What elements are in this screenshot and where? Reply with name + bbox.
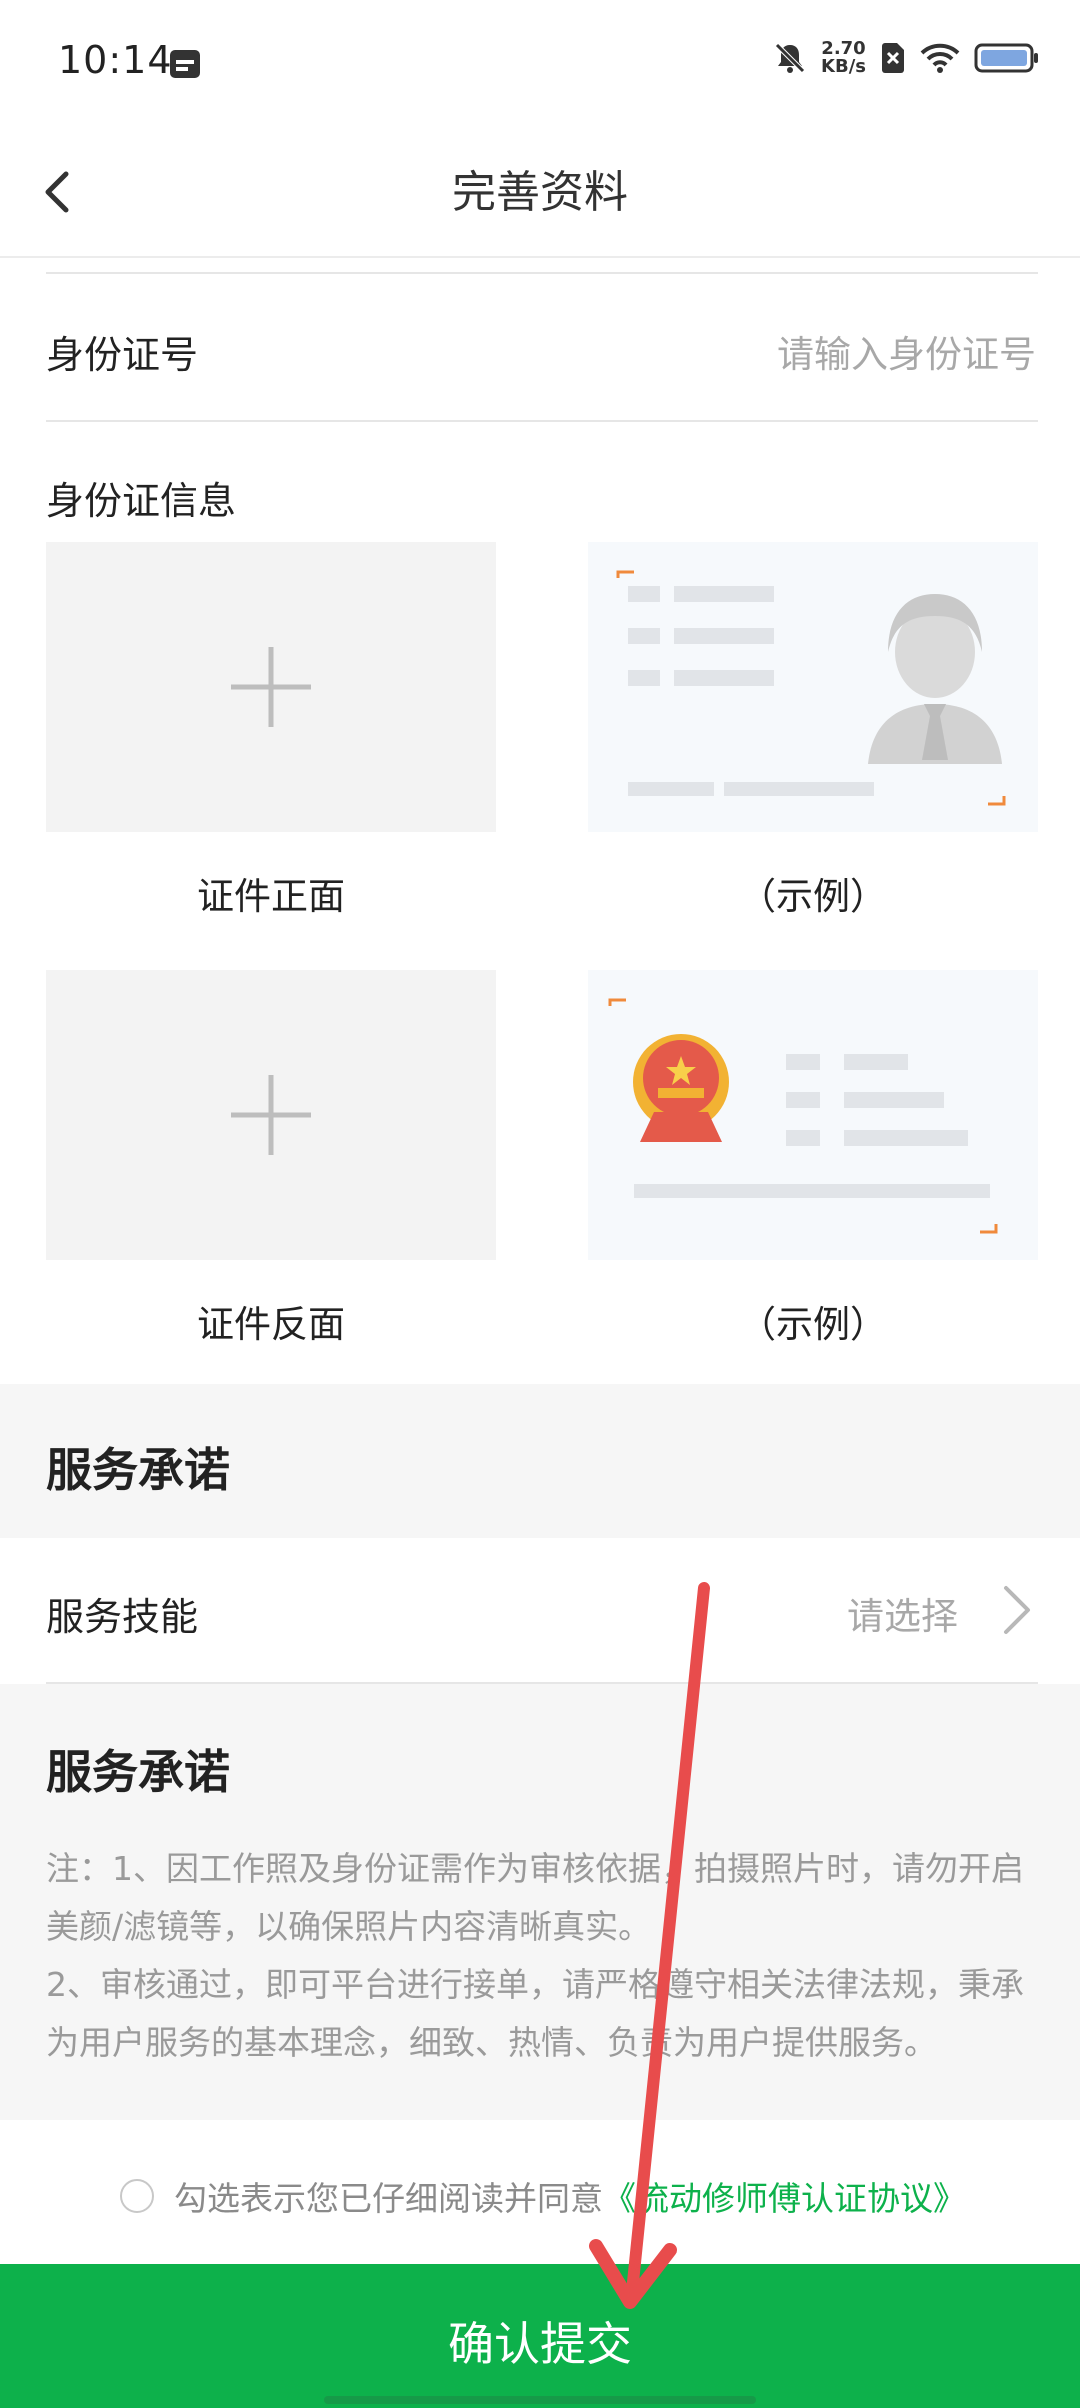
agreement-checkbox[interactable] bbox=[120, 2179, 154, 2213]
agreement-row: 勾选表示您已仔细阅读并同意 《流动修师傅认证协议》 bbox=[120, 2172, 966, 2220]
id-front-example-caption: （示例） bbox=[739, 875, 887, 918]
page-title: 完善资料 bbox=[452, 167, 628, 218]
status-bar: 10:14 2.70 KB/s bbox=[0, 0, 1080, 126]
no-sim-icon bbox=[882, 43, 904, 73]
section-title: 服务承诺 bbox=[46, 1443, 230, 1497]
calendar-icon bbox=[170, 50, 200, 78]
agreement-text: 勾选表示您已仔细阅读并同意 bbox=[174, 2179, 603, 2218]
id-number-row[interactable]: 身份证号 请输入身份证号 bbox=[0, 274, 1080, 420]
id-front-caption: 证件正面 bbox=[197, 875, 345, 918]
id-front-example-image bbox=[588, 542, 1038, 832]
mute-icon bbox=[775, 43, 805, 73]
commitment-title: 服务承诺 bbox=[46, 1745, 230, 1799]
submit-button-label: 确认提交 bbox=[448, 2317, 632, 2371]
network-speed: 2.70 KB/s bbox=[821, 40, 866, 76]
id-card-portrait-illustration bbox=[616, 570, 1006, 806]
home-indicator bbox=[324, 2396, 756, 2404]
agreement-link[interactable]: 《流动修师傅认证协议》 bbox=[603, 2172, 966, 2220]
id-number-input[interactable]: 请输入身份证号 bbox=[777, 324, 1036, 378]
service-commitment-section-header: 服务承诺 bbox=[0, 1384, 1080, 1538]
commitment-note-1: 注：1、因工作照及身份证需作为审核依据，拍摄照片时，请勿开启美颜/滤镜等，以确保… bbox=[46, 1849, 1024, 1946]
service-skill-label: 服务技能 bbox=[46, 1595, 199, 1639]
commitment-note-section: 服务承诺 注：1、因工作照及身份证需作为审核依据，拍摄照片时，请勿开启美颜/滤镜… bbox=[0, 1684, 1080, 2120]
id-front-upload[interactable] bbox=[46, 542, 496, 832]
submit-button[interactable]: 确认提交 bbox=[0, 2264, 1080, 2408]
id-number-label: 身份证号 bbox=[46, 333, 199, 377]
id-back-example-caption: （示例） bbox=[739, 1303, 887, 1346]
app-header: 完善资料 bbox=[0, 126, 1080, 258]
divider bbox=[46, 420, 1038, 422]
id-back-example-image bbox=[588, 970, 1038, 1260]
id-back-caption: 证件反面 bbox=[197, 1303, 345, 1346]
service-skill-row[interactable]: 服务技能 请选择 bbox=[0, 1538, 1080, 1682]
network-speed-unit: KB/s bbox=[821, 56, 866, 77]
id-card-emblem-illustration bbox=[608, 998, 998, 1234]
id-info-title: 身份证信息 bbox=[46, 479, 237, 523]
plus-icon bbox=[268, 1075, 274, 1155]
plus-icon bbox=[268, 647, 274, 727]
id-back-upload[interactable] bbox=[46, 970, 496, 1260]
status-time: 10:14 bbox=[58, 38, 173, 82]
chevron-right-icon bbox=[1004, 1586, 1030, 1634]
battery-icon bbox=[974, 43, 1038, 73]
status-icons: 2.70 KB/s bbox=[773, 40, 1040, 76]
commitment-note-2: 2、审核通过，即可平台进行接单，请严格遵守相关法律法规，秉承为用户服务的基本理念… bbox=[46, 1965, 1024, 2062]
wifi-icon bbox=[920, 43, 960, 73]
service-skill-value[interactable]: 请选择 bbox=[847, 1586, 958, 1640]
